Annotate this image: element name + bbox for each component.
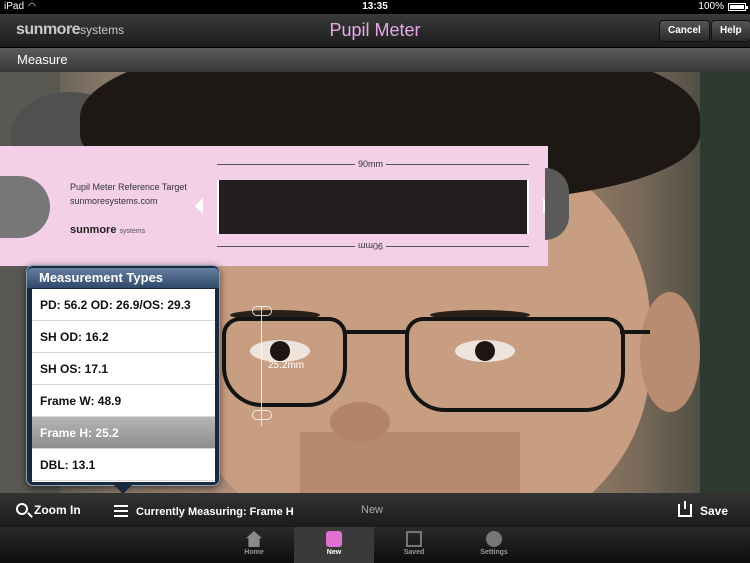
reference-bar-right-edge[interactable] <box>527 180 529 234</box>
zoom-in-button[interactable]: Zoom In <box>16 502 81 517</box>
reference-url: sunmoresystems.com <box>70 196 158 206</box>
section-header: Measure <box>0 48 750 72</box>
neck-region <box>300 432 520 493</box>
reference-bar-left-edge[interactable] <box>217 180 219 234</box>
measurement-type-button[interactable]: Currently Measuring: Frame H <box>114 503 294 518</box>
save-label: Save <box>700 504 729 518</box>
battery-percent: 100% <box>698 1 724 12</box>
magnifier-icon <box>16 503 28 515</box>
background-wall-right <box>700 72 750 493</box>
save-button[interactable]: Save <box>678 501 729 518</box>
download-icon <box>678 501 692 517</box>
new-patient-icon <box>326 531 342 547</box>
glasses-temple <box>620 330 650 334</box>
measurement-item-sh-os[interactable]: SH OS: 17.1 <box>32 353 215 385</box>
cancel-button[interactable]: Cancel <box>659 20 710 42</box>
measure-line <box>261 306 262 426</box>
reference-marker <box>0 176 50 238</box>
status-clock: 13:35 <box>362 1 388 12</box>
ear-region <box>640 292 700 412</box>
reference-bar <box>217 180 529 234</box>
measure-value-label: 25.2mm <box>268 360 305 371</box>
help-button[interactable]: Help <box>711 20 750 42</box>
current-measurement-label: Currently Measuring: Frame H <box>136 506 294 518</box>
reference-title: Pupil Meter Reference Target <box>70 182 187 192</box>
length-label-bottom: 90mm <box>355 241 387 251</box>
length-label-top: 90mm <box>355 159 387 169</box>
right-lens <box>405 317 625 412</box>
adjust-left-arrow-icon[interactable] <box>195 198 203 214</box>
tab-saved[interactable]: Saved <box>374 527 454 563</box>
tab-new-label: New <box>326 549 342 556</box>
measurement-item-pd[interactable]: PD: 56.2 OD: 26.9/OS: 29.3 <box>32 289 215 321</box>
measure-toolbar: Zoom In Currently Measuring: Frame H New… <box>0 493 750 527</box>
list-icon <box>114 505 128 517</box>
gear-icon <box>486 531 502 547</box>
measurement-types-popover: Measurement Types PD: 56.2 OD: 26.9/OS: … <box>26 265 220 494</box>
nose-region <box>330 402 390 442</box>
tab-settings[interactable]: Settings <box>454 527 534 563</box>
tab-saved-label: Saved <box>403 549 425 556</box>
measurement-list: PD: 56.2 OD: 26.9/OS: 29.3 SH OD: 16.2 S… <box>32 289 215 482</box>
glasses-bridge <box>345 330 407 334</box>
measurement-item-frame-h[interactable]: Frame H: 25.2 <box>32 417 215 449</box>
tab-home-label: Home <box>244 549 264 556</box>
measure-bottom-cap[interactable] <box>252 410 272 420</box>
tab-new[interactable]: New <box>294 527 374 563</box>
reference-brand-suffix: systems <box>119 228 146 235</box>
saved-icon <box>406 531 422 547</box>
page-title: Pupil Meter <box>329 20 421 40</box>
measurement-item-sh-od[interactable]: SH OD: 16.2 <box>32 321 215 353</box>
tab-home[interactable]: Home <box>214 527 294 563</box>
status-bar: iPad ◠ 13:35 100% <box>0 0 750 14</box>
measurement-item-frame-w[interactable]: Frame W: 48.9 <box>32 385 215 417</box>
reference-brand: sunmore systems <box>70 224 145 236</box>
home-icon <box>246 531 262 547</box>
popover-title: Measurement Types <box>27 268 219 288</box>
tab-bar: Home New Saved Settings <box>0 527 750 563</box>
measurement-item-dbl[interactable]: DBL: 13.1 <box>32 449 215 481</box>
battery-icon <box>728 3 748 11</box>
tab-settings-label: Settings <box>480 549 508 556</box>
zoom-in-label: Zoom In <box>34 503 81 517</box>
reference-brand-name: sunmore <box>70 224 117 236</box>
reference-target-card[interactable]: Pupil Meter Reference Target sunmoresyst… <box>0 146 551 266</box>
navigation-bar: sunmoresystems Pupil Meter Cancel Help <box>0 14 750 48</box>
new-button[interactable]: New <box>361 504 383 516</box>
measure-top-cap[interactable] <box>252 306 272 316</box>
